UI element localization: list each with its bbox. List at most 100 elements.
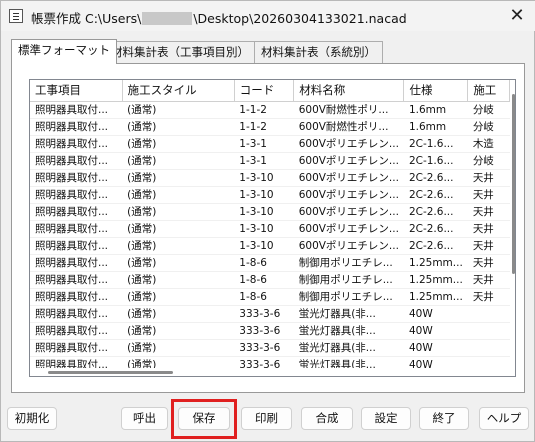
- table-cell: 蛍光灯器具(非...: [293, 305, 404, 323]
- table-cell: (通常): [122, 288, 235, 306]
- table-cell: 照明器具取付...: [30, 288, 123, 306]
- column-header[interactable]: 施工スタイル: [122, 80, 235, 102]
- table-cell: (通常): [122, 152, 235, 170]
- settings-button[interactable]: 設定: [361, 407, 411, 430]
- table-row[interactable]: 照明器具取付... (通常) 1-8-6 制御用ポリエチレ... 1.25mm... 天井: [30, 271, 510, 289]
- table-cell: 1.25mm...: [403, 254, 468, 272]
- table-cell: 蛍光灯器具(非...: [293, 322, 404, 340]
- table-cell: 天井: [467, 237, 510, 255]
- table-row[interactable]: 照明器具取付... (通常) 333-3-6 蛍光灯器具(非... 40W: [30, 305, 510, 323]
- table-cell: 制御用ポリエチレ...: [293, 254, 404, 272]
- table-cell: (通常): [122, 322, 235, 340]
- table-cell: 1.25mm...: [403, 288, 468, 306]
- table-cell: (通常): [122, 101, 235, 119]
- horizontal-scrollbar[interactable]: [30, 368, 510, 376]
- column-header[interactable]: 施工: [467, 80, 510, 102]
- call-button[interactable]: 呼出: [121, 407, 168, 430]
- table-cell: 照明器具取付...: [30, 220, 123, 238]
- table-cell: (通常): [122, 135, 235, 153]
- tab-material-by-work-item[interactable]: 材料集計表（工事項目別）: [104, 41, 256, 63]
- table-row[interactable]: 照明器具取付... (通常) 333-3-6 蛍光灯器具(非... 40W: [30, 339, 510, 357]
- print-button[interactable]: 印刷: [241, 407, 292, 430]
- init-button[interactable]: 初期化: [7, 407, 57, 430]
- table-cell: 照明器具取付...: [30, 118, 123, 136]
- table-cell: 40W: [403, 305, 468, 323]
- column-header[interactable]: 仕様: [403, 80, 469, 102]
- table-cell: 照明器具取付...: [30, 186, 123, 204]
- table-cell: 1-3-10: [234, 203, 294, 221]
- table-cell: 333-3-6: [234, 322, 294, 340]
- table-cell: 天井: [467, 254, 510, 272]
- close-icon[interactable]: ✕: [506, 5, 528, 27]
- table-row[interactable]: 照明器具取付... (通常) 1-3-10 600Vポリエチレン... 2C-2.6..…: [30, 169, 510, 187]
- finish-button[interactable]: 終了: [419, 407, 469, 430]
- table-cell: 照明器具取付...: [30, 203, 123, 221]
- table-cell: 1-8-6: [234, 271, 294, 289]
- column-header[interactable]: 材料名称: [293, 80, 405, 102]
- table-cell: 照明器具取付...: [30, 254, 123, 272]
- data-grid[interactable]: 工事項目 施工スタイル コード 材料名称 仕様 施工 照明器具取付... (通常) 1-1-2…: [29, 79, 516, 377]
- table-cell: 照明器具取付...: [30, 305, 123, 323]
- table-cell: 天井: [467, 220, 510, 238]
- table-cell: (通常): [122, 186, 235, 204]
- table-row[interactable]: 照明器具取付... (通常) 333-3-6 蛍光灯器具(非... 40W: [30, 356, 510, 368]
- table-row[interactable]: 照明器具取付... (通常) 1-1-2 600V耐燃性ポリ... 1.6mm 分岐: [30, 118, 510, 136]
- table-cell: 2C-1.6...: [403, 135, 468, 153]
- horizontal-scroll-thumb[interactable]: [48, 371, 173, 374]
- table-cell: 333-3-6: [234, 305, 294, 323]
- vertical-scroll-thumb[interactable]: [512, 94, 515, 274]
- report-window: 帳票作成 C:\Users\ \Desktop\20260304133021.na…: [0, 0, 535, 442]
- table-cell: 分岐: [467, 118, 510, 136]
- table-cell: 1.6mm: [403, 101, 468, 119]
- help-button[interactable]: ヘルプ: [479, 407, 529, 430]
- table-cell: 600Vポリエチレン...: [293, 186, 404, 204]
- table-row[interactable]: 照明器具取付... (通常) 1-3-1 600Vポリエチレン... 2C-1.6...…: [30, 152, 510, 170]
- tab-material-by-system[interactable]: 材料集計表（系統別）: [254, 41, 383, 63]
- table-cell: 600V耐燃性ポリ...: [293, 118, 404, 136]
- table-row[interactable]: 照明器具取付... (通常) 1-8-6 制御用ポリエチレ... 1.25mm... 天井: [30, 288, 510, 306]
- table-row[interactable]: 照明器具取付... (通常) 333-3-6 蛍光灯器具(非... 40W: [30, 322, 510, 340]
- table-cell: 333-3-6: [234, 356, 294, 368]
- table-row[interactable]: 照明器具取付... (通常) 1-8-6 制御用ポリエチレ... 1.25mm... 天井: [30, 254, 510, 272]
- table-cell: 600Vポリエチレン...: [293, 237, 404, 255]
- table-cell: 333-3-6: [234, 339, 294, 357]
- table-row[interactable]: 照明器具取付... (通常) 1-3-10 600Vポリエチレン... 2C-2.6..…: [30, 203, 510, 221]
- table-cell: 天井: [467, 186, 510, 204]
- table-cell: (通常): [122, 305, 235, 323]
- redacted-username: [142, 12, 193, 25]
- table-cell: 600Vポリエチレン...: [293, 203, 404, 221]
- table-cell: 1.6mm: [403, 118, 468, 136]
- table-row[interactable]: 照明器具取付... (通常) 1-3-10 600Vポリエチレン... 2C-2.6..…: [30, 186, 510, 204]
- table-cell: [467, 322, 510, 340]
- table-cell: (通常): [122, 254, 235, 272]
- table-cell: 制御用ポリエチレ...: [293, 288, 404, 306]
- table-cell: 照明器具取付...: [30, 322, 123, 340]
- table-cell: [467, 356, 510, 368]
- table-header-row: 工事項目 施工スタイル コード 材料名称 仕様 施工: [30, 80, 510, 102]
- table-cell: 600V耐燃性ポリ...: [293, 101, 404, 119]
- tab-standard-format[interactable]: 標準フォーマット: [11, 39, 117, 64]
- table-cell: 1-3-10: [234, 169, 294, 187]
- table-body: 照明器具取付... (通常) 1-1-2 600V耐燃性ポリ... 1.6mm 分岐 照明器…: [30, 101, 510, 368]
- table-cell: 照明器具取付...: [30, 135, 123, 153]
- data-table: 工事項目 施工スタイル コード 材料名称 仕様 施工 照明器具取付... (通常) 1-1-2…: [30, 80, 510, 368]
- table-row[interactable]: 照明器具取付... (通常) 1-3-10 600Vポリエチレン... 2C-2.6..…: [30, 237, 510, 255]
- vertical-scrollbar[interactable]: [510, 80, 515, 368]
- table-row[interactable]: 照明器具取付... (通常) 1-3-10 600Vポリエチレン... 2C-2.6..…: [30, 220, 510, 238]
- table-cell: 1-3-10: [234, 220, 294, 238]
- table-cell: 1-3-1: [234, 135, 294, 153]
- table-cell: 制御用ポリエチレ...: [293, 271, 404, 289]
- compose-button[interactable]: 合成: [301, 407, 353, 430]
- table-cell: 天井: [467, 288, 510, 306]
- table-cell: 40W: [403, 322, 468, 340]
- table-cell: [467, 305, 510, 323]
- table-row[interactable]: 照明器具取付... (通常) 1-1-2 600V耐燃性ポリ... 1.6mm 分岐: [30, 101, 510, 119]
- table-row[interactable]: 照明器具取付... (通常) 1-3-1 600Vポリエチレン... 2C-1.6...…: [30, 135, 510, 153]
- table-cell: 天井: [467, 203, 510, 221]
- table-cell: 照明器具取付...: [30, 356, 123, 368]
- window-title: 帳票作成 C:\Users\ \Desktop\20260304133021.na…: [31, 8, 407, 27]
- table-cell: [467, 339, 510, 357]
- column-header[interactable]: 工事項目: [30, 80, 123, 102]
- column-header[interactable]: コード: [234, 80, 295, 102]
- table-cell: 600Vポリエチレン...: [293, 152, 404, 170]
